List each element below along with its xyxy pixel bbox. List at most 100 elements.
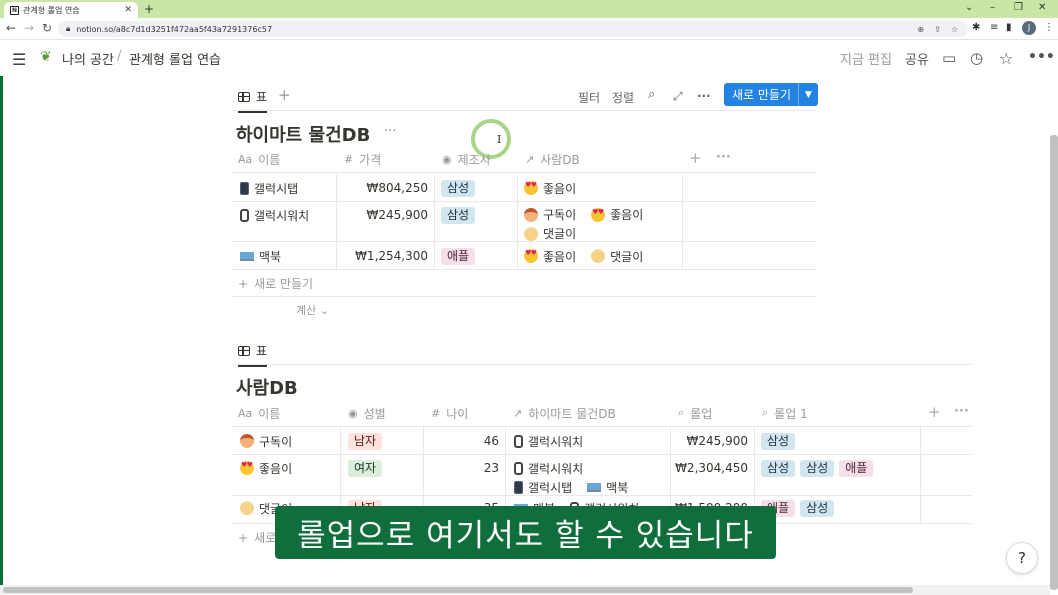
menu-icon[interactable]: ☰ (12, 50, 26, 69)
db2-col-items[interactable]: ↗ 하이마트 물건DB (507, 399, 667, 427)
person-chip[interactable]: 좋음이 (591, 206, 643, 223)
row-maker[interactable]: 삼성 (441, 202, 476, 228)
property-more-icon[interactable]: ··· (716, 150, 731, 165)
table-row[interactable]: 갤럭시탭 ₩804,250 삼성 좋음이 (232, 174, 817, 202)
search-icon[interactable]: ⌕ (648, 87, 655, 102)
table-row[interactable]: 구독이 남자 46 갤럭시워치 ₩245,900 삼성 (232, 427, 972, 455)
filter-button[interactable]: 필터 (578, 89, 600, 106)
share-page-icon[interactable]: ⇪ (934, 25, 941, 34)
add-property-icon[interactable]: + (689, 149, 702, 167)
baby-emoji-icon (591, 249, 606, 263)
more-icon[interactable]: ••• (1028, 49, 1055, 65)
row-name[interactable]: 갤럭시탭 (240, 174, 298, 202)
db2-title[interactable]: 사람DB (236, 374, 298, 400)
maker-tag: 삼성 (800, 459, 835, 477)
db2-col-age[interactable]: # 나이 (425, 399, 505, 427)
row-gender[interactable]: 여자 (348, 455, 383, 481)
tab-table-view[interactable]: 표 (238, 88, 268, 113)
db2-col-rollup1[interactable]: ⌕ 롤업 1 (756, 399, 896, 427)
row-items[interactable]: 갤럭시워치 (514, 427, 593, 455)
person-chip[interactable]: 좋음이 (524, 248, 576, 265)
table-row[interactable]: 갤럭시워치 ₩245,900 삼성 구독이 좋음이 댓글이 (232, 202, 817, 242)
add-property-icon[interactable]: + (928, 403, 941, 421)
db2-header: Aa 이름 ◉ 성별 # 나이 ↗ 하이마트 물건DB ⌕ 롤업 ⌕ 롤업 1 + ··· (232, 399, 972, 427)
item-chip[interactable]: 맥북 (587, 479, 628, 496)
forward-icon[interactable]: → (24, 21, 34, 35)
db1-col-maker[interactable]: ◉ 제조사 (436, 145, 516, 173)
sidepanel-icon[interactable]: ▮ (1006, 22, 1012, 33)
row-age: 23 (483, 461, 499, 475)
horizontal-scrollbar[interactable] (3, 587, 913, 593)
bookmark-star-icon[interactable]: ☆ (951, 25, 958, 34)
share-button[interactable]: 공유 (905, 49, 929, 68)
row-price: ₩245,900 (366, 208, 429, 222)
address-bar[interactable]: 🔒︎ notion.so/a8c7d1d3251f472aa5f43a72913… (58, 21, 968, 37)
row-people[interactable]: 구독이 좋음이 댓글이 (524, 206, 680, 242)
new-tab-icon[interactable]: + (144, 2, 154, 16)
history-icon[interactable]: ◷ (970, 49, 983, 67)
divider (505, 427, 506, 454)
db2-col-rollup[interactable]: ⌕ 롤업 (672, 399, 752, 427)
row-name[interactable]: 구독이 (240, 427, 292, 455)
table-row[interactable]: 좋음이 여자 23 갤럭시워치 갤럭시탭 맥북 ₩2,304,450 삼성 삼성… (232, 455, 972, 496)
restore-icon[interactable]: ❐ (1014, 2, 1023, 13)
row-items[interactable]: 갤럭시워치 갤럭시탭 맥북 (514, 460, 666, 496)
row-people[interactable]: 좋음이 (524, 174, 586, 202)
chevron-down-icon[interactable]: ⌄ (965, 2, 973, 13)
person-chip[interactable]: 좋음이 (524, 180, 576, 197)
extensions-icon[interactable]: ✱ (972, 22, 980, 33)
zoom-icon[interactable]: ⊕ (917, 25, 924, 34)
row-name[interactable]: 맥북 (240, 242, 281, 270)
close-icon[interactable]: ✕ (124, 5, 132, 15)
db2-col-name[interactable]: Aa 이름 (232, 399, 340, 427)
person-chip[interactable]: 댓글이 (524, 225, 576, 242)
sort-button[interactable]: 정렬 (612, 89, 634, 106)
profile-avatar[interactable]: J (1022, 21, 1036, 35)
vertical-scrollbar[interactable] (1050, 135, 1058, 590)
divider (423, 427, 424, 454)
person-chip[interactable]: 구독이 (524, 206, 576, 223)
reload-icon[interactable]: ↻ (42, 21, 52, 35)
more-options-icon[interactable]: ··· (697, 89, 711, 103)
add-view-icon[interactable]: + (278, 86, 291, 104)
row-gender[interactable]: 남자 (348, 427, 383, 455)
person-chip[interactable]: 댓글이 (591, 248, 643, 265)
browser-menu-icon[interactable]: ⋮ (1044, 22, 1054, 33)
row-people[interactable]: 좋음이 댓글이 (524, 242, 653, 270)
row-name[interactable]: 갤럭시워치 (240, 202, 309, 228)
back-icon[interactable]: ← (6, 21, 16, 35)
window-close-icon[interactable]: ✕ (1038, 2, 1046, 13)
row-maker[interactable]: 애플 (441, 242, 476, 270)
comment-icon[interactable]: ▭ (942, 49, 956, 67)
db2-add-row-button[interactable]: + 새로 (238, 529, 276, 546)
browser-tab[interactable]: N 관계형 롤업 연습 ✕ (4, 2, 138, 18)
table-row[interactable]: 맥북 ₩1,254,300 애플 좋음이 댓글이 (232, 242, 817, 270)
db1-add-row-button[interactable]: + 새로 만들기 (238, 275, 313, 292)
help-button[interactable]: ? (1006, 542, 1038, 574)
item-chip[interactable]: 갤럭시워치 (514, 433, 583, 450)
breadcrumb-page[interactable]: 관계형 롤업 연습 (129, 49, 221, 68)
row-maker[interactable]: 삼성 (441, 174, 476, 202)
row-name[interactable]: 좋음이 (240, 455, 292, 481)
item-chip[interactable]: 갤럭시탭 (514, 479, 572, 496)
new-button[interactable]: 새로 만들기 ▼ (724, 83, 818, 106)
chevron-down-icon[interactable]: ▼ (798, 83, 818, 106)
calculate-button[interactable]: 계산 ⌄ (296, 302, 329, 318)
db1-col-price[interactable]: # 가격 (338, 145, 434, 173)
favorite-star-icon[interactable]: ☆ (999, 49, 1013, 68)
db1-col-name[interactable]: Aa 이름 (232, 145, 336, 173)
col-label: 나이 (446, 406, 469, 421)
breadcrumb-workspace[interactable]: 나의 공간 (62, 49, 114, 68)
expand-icon[interactable]: ⤢ (673, 89, 683, 104)
property-more-icon[interactable]: ··· (954, 404, 969, 419)
db1-title[interactable]: 하이마트 물건DB (236, 121, 370, 147)
db1-title-more-icon[interactable]: ··· (384, 124, 396, 139)
db2-col-gender[interactable]: ◉ 성별 (342, 399, 422, 427)
divider (682, 174, 683, 201)
item-chip[interactable]: 갤럭시워치 (514, 460, 583, 477)
row-name-text: 좋음이 (259, 461, 293, 476)
tab-table-view[interactable]: 표 (238, 342, 268, 367)
minimize-icon[interactable]: – (990, 2, 995, 13)
media-icon[interactable]: ≡ (990, 22, 998, 33)
db1-col-people[interactable]: ↗ 사람DB (519, 145, 679, 173)
